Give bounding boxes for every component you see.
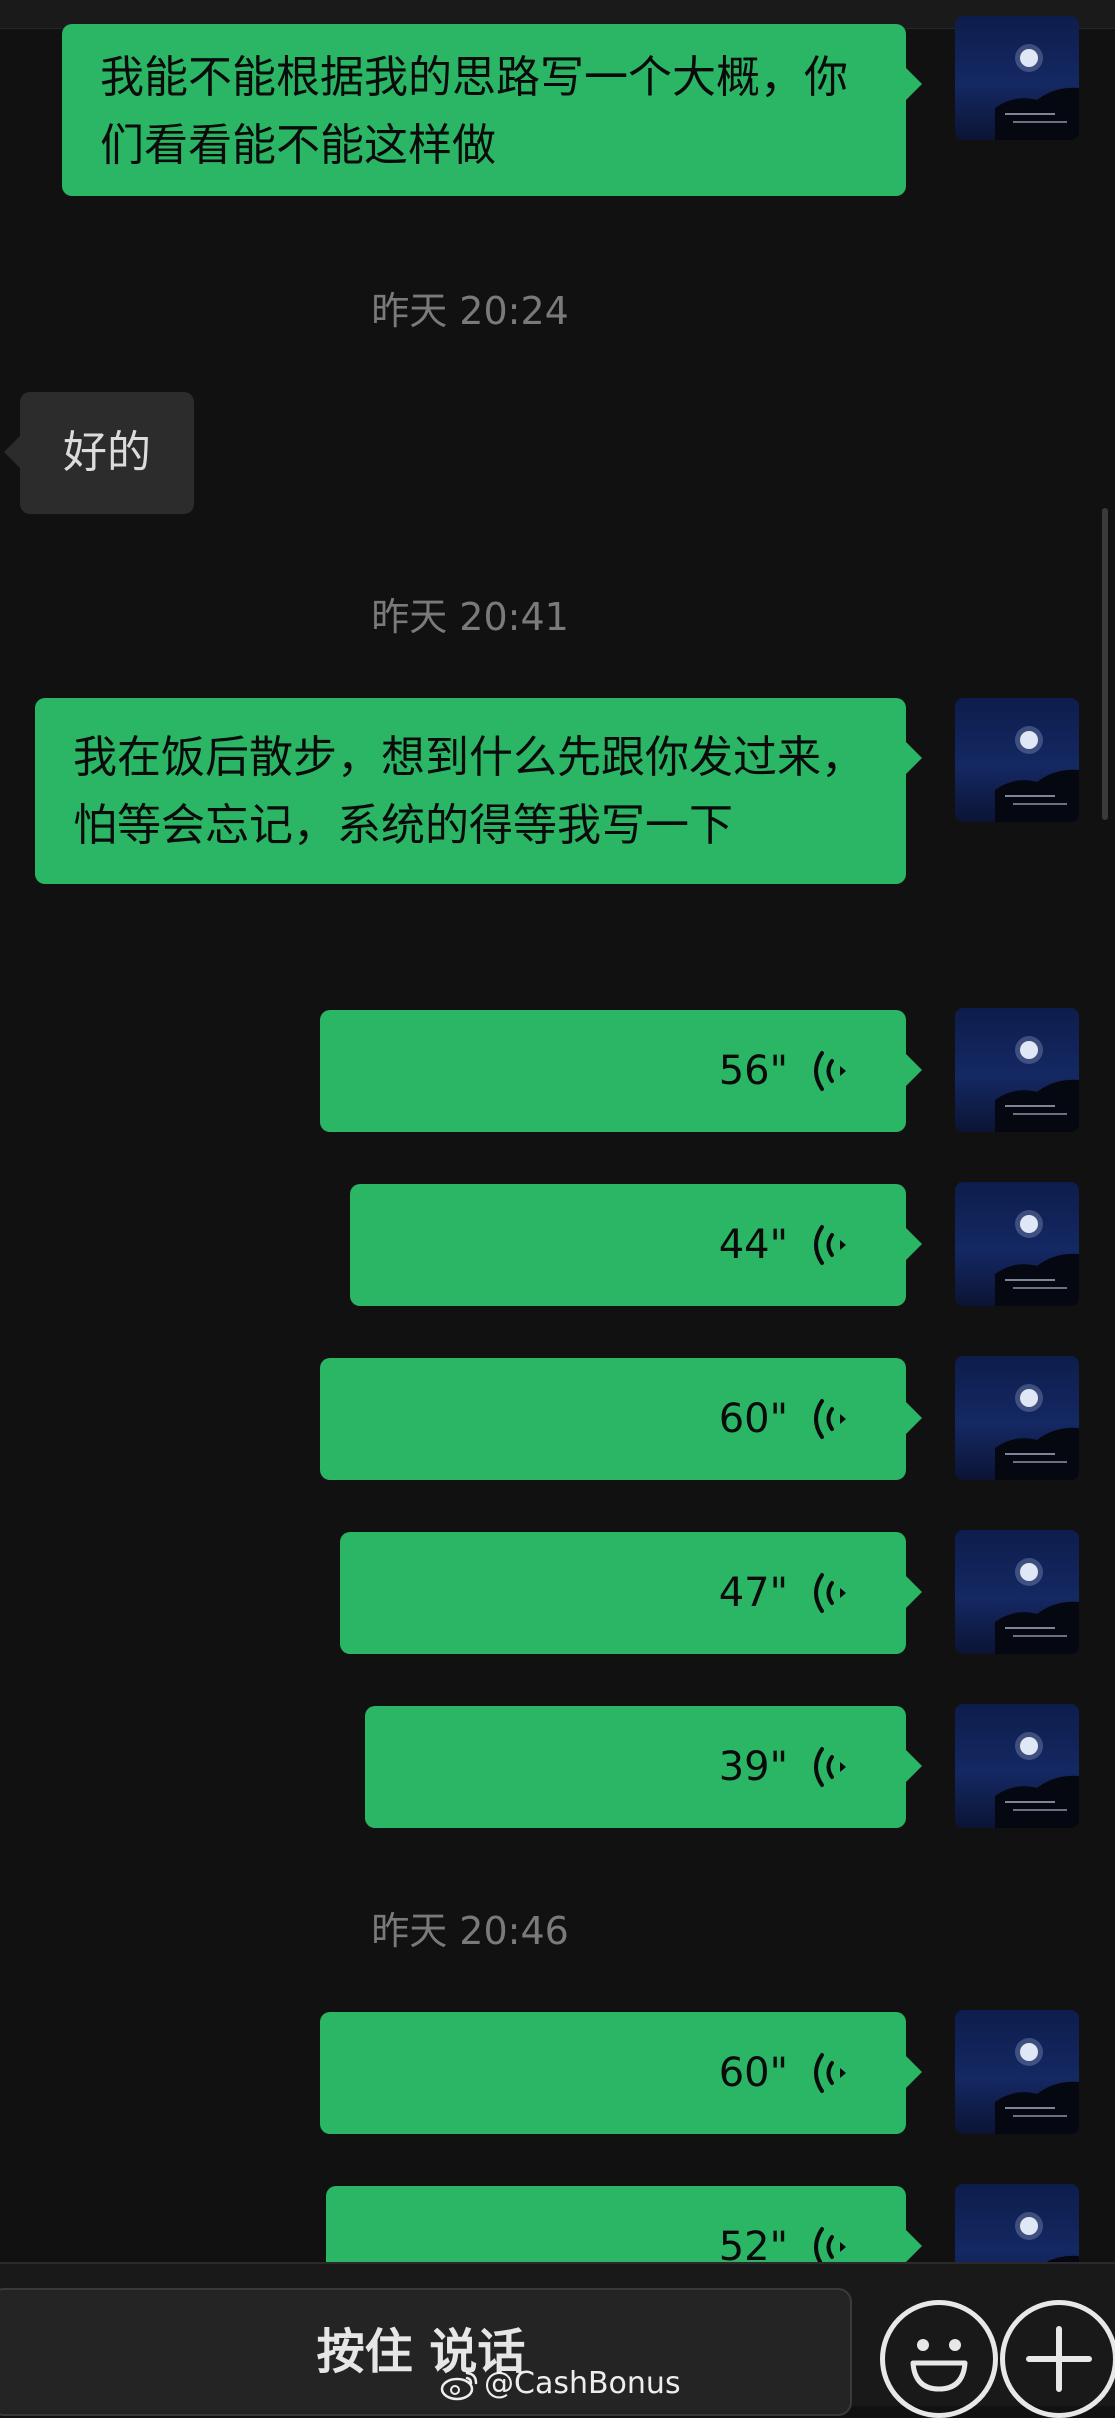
my-avatar[interactable] — [955, 1356, 1079, 1480]
voice-wave-icon — [814, 1399, 846, 1439]
moon-night-avatar-icon — [995, 2038, 1079, 2134]
voice-duration: 60" — [718, 1396, 788, 1442]
voice-duration: 44" — [718, 1222, 788, 1268]
my-avatar[interactable] — [955, 16, 1079, 140]
moon-night-avatar-icon — [995, 44, 1079, 140]
timestamp: 昨天 20:41 — [371, 595, 569, 639]
plus-icon — [1026, 2326, 1092, 2392]
chat-history[interactable]: 我能不能根据我的思路写一个大概，你们看看能不能这样做 昨天 20:24 好的 昨… — [0, 0, 1115, 2262]
weibo-logo-icon — [440, 2371, 478, 2400]
voice-duration: 39" — [718, 1744, 788, 1790]
outgoing-text-message[interactable]: 我在饭后散步，想到什么先跟你发过来，怕等会忘记，系统的得等我写一下 — [35, 698, 922, 884]
message-text: 我在饭后散步，想到什么先跟你发过来，怕等会忘记，系统的得等我写一下 — [73, 732, 865, 851]
incoming-text-message[interactable]: 好的 — [4, 392, 194, 514]
moon-night-avatar-icon — [995, 726, 1079, 822]
voice-message[interactable]: 52" — [326, 2186, 922, 2262]
moon-night-avatar-icon — [995, 1558, 1079, 1654]
my-avatar[interactable] — [955, 1704, 1079, 1828]
timestamp: 昨天 20:46 — [371, 1909, 569, 1953]
voice-wave-icon — [814, 1051, 846, 1091]
voice-message[interactable]: 60" — [320, 2012, 922, 2134]
scrollbar[interactable] — [1102, 508, 1108, 820]
voice-wave-icon — [814, 2053, 846, 2093]
voice-wave-icon — [814, 1225, 846, 1265]
my-avatar[interactable] — [955, 2184, 1079, 2262]
message-text: 我能不能根据我的思路写一个大概，你们看看能不能这样做 — [100, 52, 848, 171]
voice-wave-icon — [814, 1747, 846, 1787]
hold-to-talk-button[interactable]: 按住 说话 — [0, 2288, 852, 2416]
voice-duration: 60" — [718, 2050, 788, 2096]
moon-night-avatar-icon — [995, 1210, 1079, 1306]
voice-duration: 47" — [718, 1570, 788, 1616]
my-avatar[interactable] — [955, 698, 1079, 822]
my-avatar[interactable] — [955, 1008, 1079, 1132]
my-avatar[interactable] — [955, 2010, 1079, 2134]
voice-duration: 52" — [718, 2224, 788, 2262]
voice-wave-icon — [814, 2227, 846, 2262]
voice-message[interactable]: 39" — [365, 1706, 922, 1828]
voice-message[interactable]: 60" — [320, 1358, 922, 1480]
weibo-watermark: @CashBonus — [440, 2364, 681, 2404]
voice-message[interactable]: 56" — [320, 1010, 922, 1132]
moon-night-avatar-icon — [995, 1732, 1079, 1828]
voice-message[interactable]: 44" — [350, 1184, 922, 1306]
moon-night-avatar-icon — [995, 1384, 1079, 1480]
timestamp: 昨天 20:24 — [371, 289, 569, 333]
voice-duration: 56" — [718, 1048, 788, 1094]
message-text: 好的 — [63, 427, 151, 478]
outgoing-text-message[interactable]: 我能不能根据我的思路写一个大概，你们看看能不能这样做 — [62, 24, 922, 196]
my-avatar[interactable] — [955, 1182, 1079, 1306]
voice-message[interactable]: 47" — [340, 1532, 922, 1654]
voice-wave-icon — [814, 1573, 846, 1613]
smiley-icon — [910, 2339, 968, 2392]
moon-night-avatar-icon — [1015, 2212, 1079, 2262]
moon-night-avatar-icon — [995, 1036, 1079, 1132]
watermark-text: @CashBonus — [484, 2366, 681, 2401]
more-button[interactable] — [1000, 2300, 1115, 2418]
emoji-button[interactable] — [880, 2300, 998, 2418]
my-avatar[interactable] — [955, 1530, 1079, 1654]
